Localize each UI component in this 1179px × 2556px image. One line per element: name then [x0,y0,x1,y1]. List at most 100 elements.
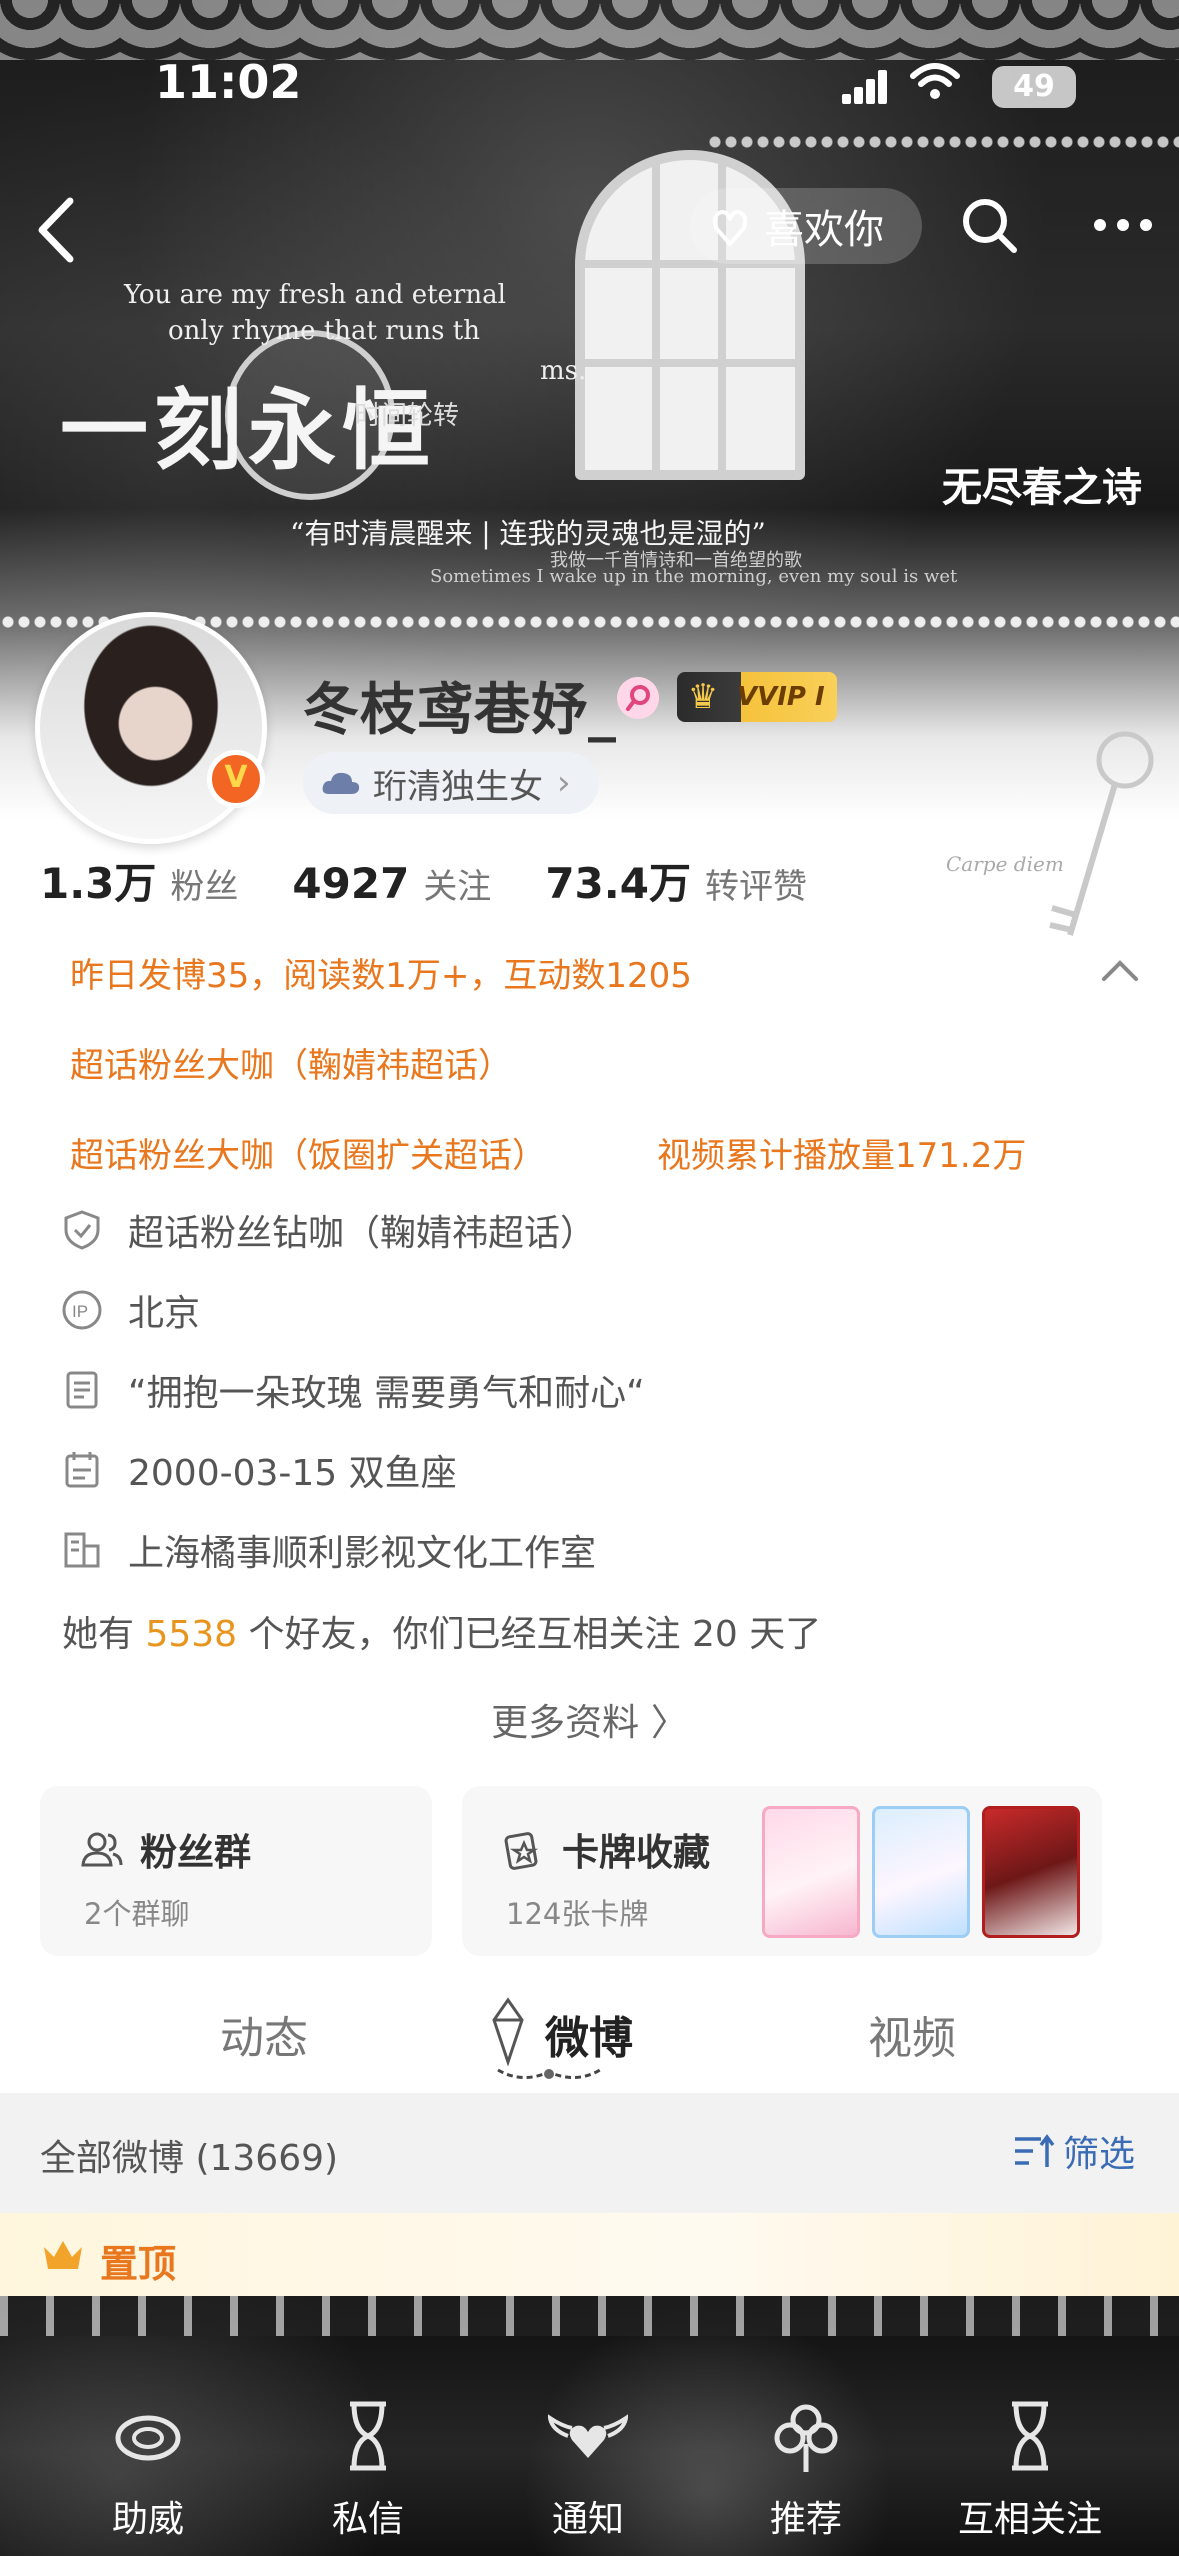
chevron-up-icon[interactable] [1100,955,1140,985]
shield-icon [64,1210,100,1250]
back-arrow-icon[interactable] [32,195,82,265]
count-label: 转评赞 [704,867,807,907]
group-people-icon [81,1832,123,1867]
clover-icon [774,2404,838,2472]
ip-location-row: IP 北京 [60,1280,200,1340]
banner-en-line-3: ms. [540,356,587,386]
hourglass-icon [350,2401,386,2471]
mutual-follow-button[interactable]: 互相关注 [930,2396,1130,2542]
recommend-label: 推荐 [769,2499,842,2540]
tab-weibo[interactable]: 微博 [545,2002,633,2066]
filter-button[interactable]: 筛选 [1011,2125,1135,2177]
female-gender-icon [617,677,659,719]
bio-text: “拥抱一朵玫瑰 需要勇气和耐心“ [128,1373,645,1414]
cheer-button[interactable]: 助威 [48,2396,248,2542]
fan-group-title: 粉丝群 [80,1822,251,1876]
video-plays-highlight: 视频累计播放量171.2万 [657,1136,1027,1176]
decor-script-text: Carpe diem [946,852,1064,876]
honor-title-label: 珩清独生女 [373,766,543,807]
like-you-label: 喜欢你 [764,207,884,253]
like-you-button[interactable]: 喜欢你 [690,188,922,264]
filter-label: 筛选 [1062,2134,1135,2175]
vip-label: VVIP I [737,682,825,712]
cheer-label: 助威 [111,2499,184,2540]
supertopic-info-text: 超话粉丝钻咖（鞠婧祎超话） [128,1213,597,1254]
svg-text:IP: IP [72,1302,88,1321]
supertopic-highlight[interactable]: 超话粉丝大咖（饭圈扩关超话） [70,1128,546,1177]
avatar[interactable] [35,612,267,844]
profile-stats: 1.3万 粉丝 4927 关注 73.4万 转评赞 [40,850,861,911]
wifi-icon [910,63,960,99]
cloud-icon [322,772,360,794]
lace-decoration [0,2296,1179,2336]
friends-count: 5538 [145,1614,238,1655]
count-number: 1.3万 [40,859,157,908]
fan-group-card[interactable]: 粉丝群 2个群聊 [40,1786,432,1956]
supertopic-highlight[interactable]: 超话粉丝大咖（鞠婧祎超话） [70,1038,512,1087]
search-icon[interactable] [960,196,1018,254]
card-thumbnail[interactable] [872,1806,970,1938]
likes-count[interactable]: 73.4万 转评赞 [545,850,807,911]
key-decoration-icon [1049,731,1154,936]
bottom-action-bar: 助威 私信 通知 推荐 互相关注 [0,2296,1179,2556]
card-collection-label: 卡牌收藏 [562,1831,710,1874]
count-label: 粉丝 [170,867,239,907]
vip-badge[interactable]: ♛ VVIP I [677,672,837,722]
friends-prefix: 她有 [62,1614,135,1655]
pinned-label: 置顶 [100,2242,177,2286]
banner-sub-title: 时间轮转 [355,401,460,431]
message-button[interactable]: 私信 [268,2396,468,2542]
recommend-button[interactable]: 推荐 [706,2396,906,2542]
calendar-icon [65,1452,99,1488]
card-thumbnail[interactable] [762,1806,860,1938]
mutual-follow-label: 互相关注 [957,2499,1102,2540]
honor-title-pill[interactable]: 珩清独生女 › [303,752,599,814]
following-count[interactable]: 4927 关注 [292,859,491,908]
banner-en-line-2: only rhyme that runs th [168,316,480,346]
card-collection-title: 卡牌收藏 [502,1822,710,1876]
more-info-link[interactable]: 更多资料 〉 [0,1692,1179,1746]
notify-label: 通知 [551,2499,624,2540]
ip-location-text: 北京 [128,1293,201,1334]
document-icon [66,1371,98,1409]
card-thumbnail[interactable] [982,1806,1080,1938]
card-star-icon [504,1832,539,1870]
more-options-icon[interactable] [1090,200,1156,250]
pinned-post-header: 置顶 [0,2213,1179,2303]
filter-sort-icon [1014,2134,1055,2167]
verified-badge-icon: V [207,750,265,808]
cellular-signal-icon [842,70,888,104]
ip-icon: IP [62,1290,102,1330]
hand-heart-icon [712,209,748,248]
battery-level: 49 [1013,69,1055,104]
card-collection-card[interactable]: 卡牌收藏 124张卡牌 [462,1786,1102,1956]
message-label: 私信 [331,2499,404,2540]
cheer-icon [115,2415,181,2461]
status-time: 11:02 [155,55,302,109]
pendant-decoration-icon [492,1997,524,2066]
post-filter-bar: 全部微博 (13669) 筛选 [0,2093,1179,2213]
lace-decoration [0,0,1179,60]
daily-stats-highlight: 昨日发博35，阅读数1万+，互动数1205 [70,956,692,996]
friends-suffix: 个好友，你们已经互相关注 20 天了 [248,1614,822,1655]
tab-video[interactable]: 视频 [868,2002,956,2066]
mutual-friends-text[interactable]: 她有 5538 个好友，你们已经互相关注 20 天了 [62,1605,821,1657]
card-collection-sub: 124张卡牌 [506,1897,649,1931]
hourglass-icon [1012,2401,1048,2471]
followers-count[interactable]: 1.3万 粉丝 [40,850,238,911]
all-posts-count: 全部微博 (13669) [40,2138,339,2179]
pearl-string-decoration [707,135,1179,149]
crown-icon: ♛ [687,677,719,717]
tab-activity[interactable]: 动态 [220,2002,308,2066]
crown-icon [44,2241,82,2269]
company-row: 上海橘事顺利影视文化工作室 [60,1520,596,1580]
banner-small-en: Sometimes I wake up in the morning, even… [430,566,958,587]
fan-group-sub: 2个群聊 [84,1897,190,1931]
chain-underline-decoration [497,2068,601,2079]
notify-button[interactable]: 通知 [488,2396,688,2542]
supertopic-info-row: 超话粉丝钻咖（鞠婧祎超话） [60,1200,596,1260]
birthday-row: 2000-03-15 双鱼座 [60,1440,457,1500]
chevron-right-icon: › [557,763,571,803]
bio-row: “拥抱一朵玫瑰 需要勇气和耐心“ [60,1360,645,1420]
count-label: 关注 [423,867,492,907]
